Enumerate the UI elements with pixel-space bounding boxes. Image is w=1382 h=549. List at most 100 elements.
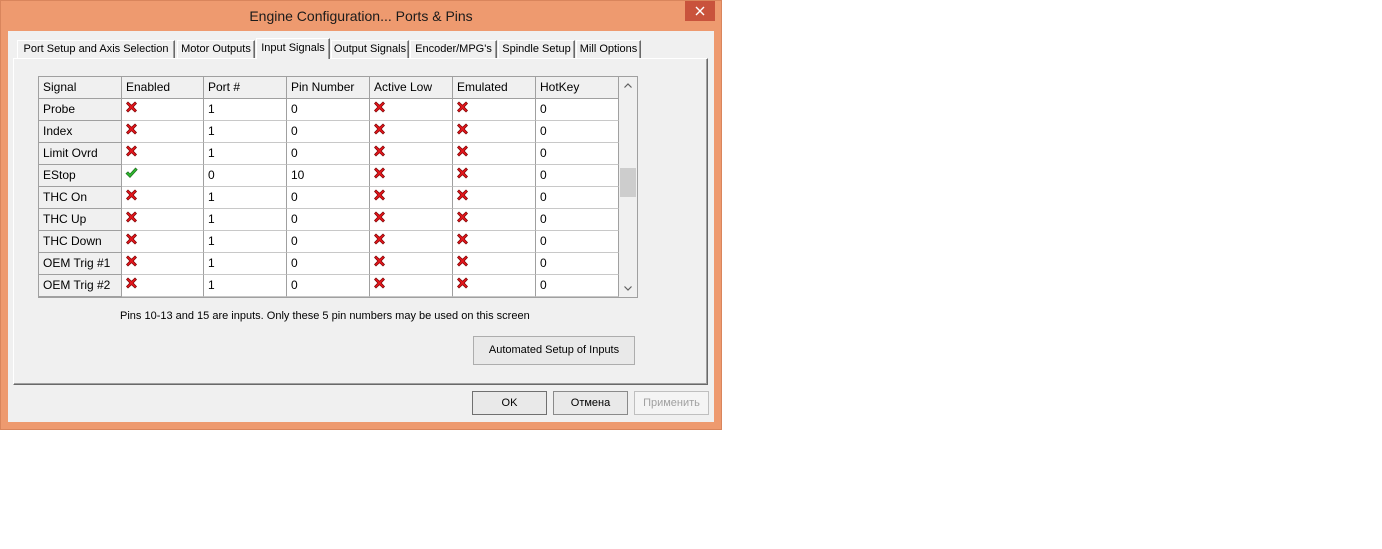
tab-mill-options[interactable]: Mill Options bbox=[576, 40, 641, 58]
cross-icon bbox=[456, 101, 469, 113]
signal-name-cell[interactable]: OEM Trig #2 bbox=[39, 275, 122, 297]
pin-number-cell[interactable]: 0 bbox=[287, 231, 370, 253]
scroll-down-button[interactable] bbox=[619, 280, 637, 297]
signal-name-cell[interactable]: THC On bbox=[39, 187, 122, 209]
hotkey-cell[interactable]: 0 bbox=[536, 143, 619, 165]
emulated-cell[interactable] bbox=[453, 209, 536, 231]
enabled-cell[interactable] bbox=[122, 187, 204, 209]
hotkey-cell[interactable]: 0 bbox=[536, 253, 619, 275]
hotkey-cell[interactable]: 0 bbox=[536, 121, 619, 143]
enabled-cell[interactable] bbox=[122, 143, 204, 165]
input-signals-grid: Signal Enabled Port # Pin Number Active … bbox=[38, 76, 638, 298]
enabled-cell[interactable] bbox=[122, 253, 204, 275]
tab-output-signals[interactable]: Output Signals bbox=[331, 40, 409, 58]
tab-encoder-mpg[interactable]: Encoder/MPG's bbox=[410, 40, 497, 58]
pin-number-cell[interactable]: 0 bbox=[287, 187, 370, 209]
active-low-cell[interactable] bbox=[370, 275, 453, 297]
emulated-cell[interactable] bbox=[453, 187, 536, 209]
table-row[interactable]: THC On 1 0 0 bbox=[39, 187, 619, 209]
pin-number-cell[interactable]: 0 bbox=[287, 143, 370, 165]
enabled-cell[interactable] bbox=[122, 209, 204, 231]
pin-number-cell[interactable]: 0 bbox=[287, 253, 370, 275]
tab-port-setup[interactable]: Port Setup and Axis Selection bbox=[17, 40, 175, 58]
signal-name-cell[interactable]: Probe bbox=[39, 99, 122, 121]
emulated-cell[interactable] bbox=[453, 275, 536, 297]
table-row[interactable]: Index 1 0 0 bbox=[39, 121, 619, 143]
hotkey-cell[interactable]: 0 bbox=[536, 209, 619, 231]
port-cell[interactable]: 1 bbox=[204, 275, 287, 297]
emulated-cell[interactable] bbox=[453, 165, 536, 187]
port-cell[interactable]: 1 bbox=[204, 231, 287, 253]
pin-number-cell[interactable]: 0 bbox=[287, 121, 370, 143]
active-low-cell[interactable] bbox=[370, 143, 453, 165]
port-cell[interactable]: 1 bbox=[204, 143, 287, 165]
emulated-cell[interactable] bbox=[453, 231, 536, 253]
enabled-cell[interactable] bbox=[122, 99, 204, 121]
pin-number-cell[interactable]: 0 bbox=[287, 99, 370, 121]
close-button[interactable] bbox=[685, 1, 715, 21]
table-row[interactable]: Limit Ovrd 1 0 0 bbox=[39, 143, 619, 165]
table-row[interactable]: OEM Trig #2 1 0 0 bbox=[39, 275, 619, 297]
port-cell[interactable]: 0 bbox=[204, 165, 287, 187]
emulated-cell[interactable] bbox=[453, 121, 536, 143]
signal-name-cell[interactable]: THC Down bbox=[39, 231, 122, 253]
enabled-cell[interactable] bbox=[122, 231, 204, 253]
port-cell[interactable]: 1 bbox=[204, 253, 287, 275]
hotkey-cell[interactable]: 0 bbox=[536, 165, 619, 187]
table-row[interactable]: THC Up 1 0 0 bbox=[39, 209, 619, 231]
cross-icon bbox=[373, 167, 386, 179]
cross-icon bbox=[125, 255, 138, 267]
vertical-scrollbar[interactable] bbox=[619, 77, 637, 297]
active-low-cell[interactable] bbox=[370, 209, 453, 231]
port-cell[interactable]: 1 bbox=[204, 209, 287, 231]
cross-icon bbox=[373, 123, 386, 135]
active-low-cell[interactable] bbox=[370, 187, 453, 209]
hotkey-cell[interactable]: 0 bbox=[536, 99, 619, 121]
tab-input-signals[interactable]: Input Signals bbox=[256, 38, 330, 59]
table-row[interactable]: EStop 0 10 0 bbox=[39, 165, 619, 187]
cross-icon bbox=[456, 211, 469, 223]
pin-number-cell[interactable]: 0 bbox=[287, 275, 370, 297]
pin-number-cell[interactable]: 10 bbox=[287, 165, 370, 187]
enabled-cell[interactable] bbox=[122, 121, 204, 143]
emulated-cell[interactable] bbox=[453, 99, 536, 121]
table-row[interactable]: THC Down 1 0 0 bbox=[39, 231, 619, 253]
tab-strip: Port Setup and Axis Selection Motor Outp… bbox=[17, 38, 647, 59]
active-low-cell[interactable] bbox=[370, 99, 453, 121]
signal-name-cell[interactable]: OEM Trig #1 bbox=[39, 253, 122, 275]
active-low-cell[interactable] bbox=[370, 231, 453, 253]
active-low-cell[interactable] bbox=[370, 253, 453, 275]
table-row[interactable]: Probe 1 0 0 bbox=[39, 99, 619, 121]
signal-name-cell[interactable]: THC Up bbox=[39, 209, 122, 231]
apply-button[interactable]: Применить bbox=[634, 391, 709, 415]
port-cell[interactable]: 1 bbox=[204, 187, 287, 209]
ok-button[interactable]: OK bbox=[472, 391, 547, 415]
port-cell[interactable]: 1 bbox=[204, 99, 287, 121]
signal-name-cell[interactable]: Index bbox=[39, 121, 122, 143]
emulated-cell[interactable] bbox=[453, 143, 536, 165]
automated-setup-button[interactable]: Automated Setup of Inputs bbox=[473, 336, 635, 365]
column-header-port: Port # bbox=[204, 77, 287, 99]
pin-number-cell[interactable]: 0 bbox=[287, 209, 370, 231]
scrollbar-thumb[interactable] bbox=[620, 168, 636, 197]
hotkey-cell[interactable]: 0 bbox=[536, 231, 619, 253]
tab-motor-outputs[interactable]: Motor Outputs bbox=[177, 40, 255, 58]
emulated-cell[interactable] bbox=[453, 253, 536, 275]
cross-icon bbox=[373, 211, 386, 223]
chevron-up-icon bbox=[624, 83, 632, 88]
cancel-button[interactable]: Отмена bbox=[553, 391, 628, 415]
active-low-cell[interactable] bbox=[370, 165, 453, 187]
hotkey-cell[interactable]: 0 bbox=[536, 187, 619, 209]
enabled-cell[interactable] bbox=[122, 165, 204, 187]
window-title: Engine Configuration... Ports & Pins bbox=[249, 8, 473, 24]
signal-name-cell[interactable]: Limit Ovrd bbox=[39, 143, 122, 165]
port-cell[interactable]: 1 bbox=[204, 121, 287, 143]
hotkey-cell[interactable]: 0 bbox=[536, 275, 619, 297]
column-header-pin-number: Pin Number bbox=[287, 77, 370, 99]
tab-spindle-setup[interactable]: Spindle Setup bbox=[498, 40, 575, 58]
enabled-cell[interactable] bbox=[122, 275, 204, 297]
active-low-cell[interactable] bbox=[370, 121, 453, 143]
signal-name-cell[interactable]: EStop bbox=[39, 165, 122, 187]
scroll-up-button[interactable] bbox=[619, 77, 637, 94]
table-row[interactable]: OEM Trig #1 1 0 0 bbox=[39, 253, 619, 275]
